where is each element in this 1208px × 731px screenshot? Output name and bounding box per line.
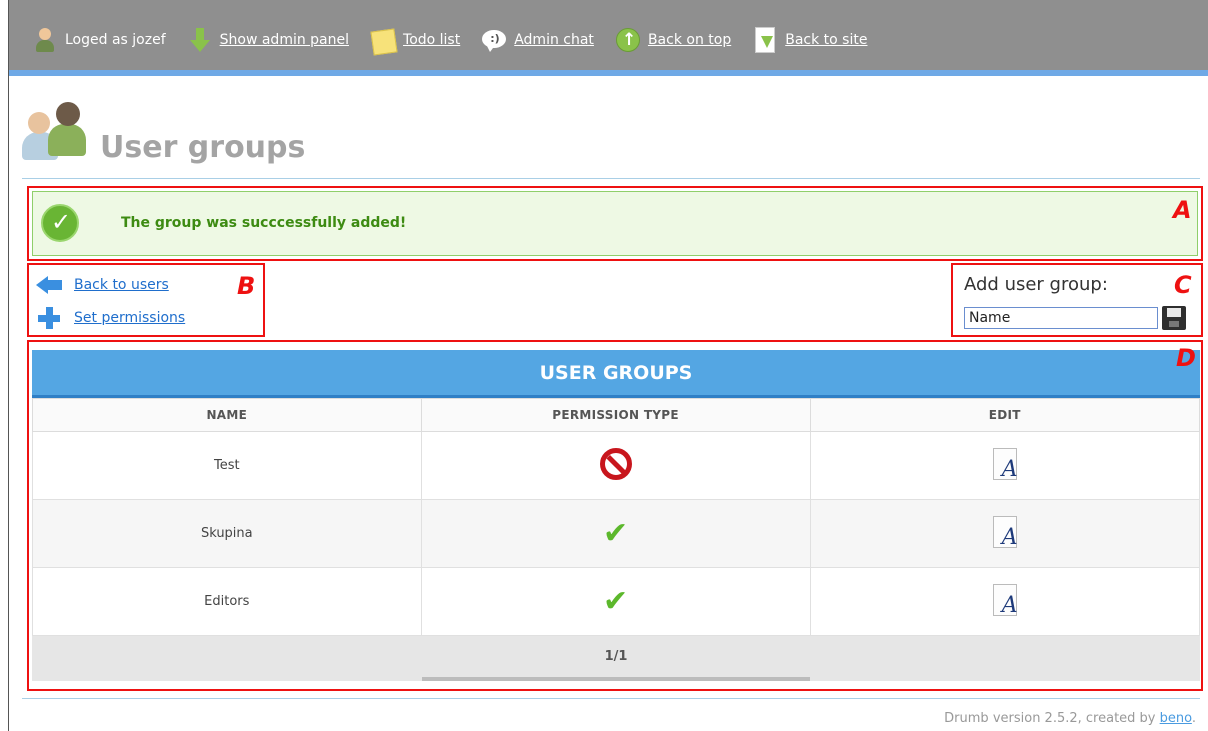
chat-bubble-icon: :) [482,26,507,54]
annotation-box-b [27,263,265,337]
user-groups-icon [22,100,88,166]
annotation-label-a: A [1173,196,1192,224]
annotation-box-c [951,263,1203,337]
footer-divider [22,698,1200,699]
document-download-icon [753,26,777,54]
todo-list-item[interactable]: Todo list [370,26,460,56]
back-on-top-item[interactable]: Back on top [615,26,731,54]
admin-chat-item[interactable]: :) Admin chat [482,26,594,54]
back-to-site-link[interactable]: Back to site [785,32,867,48]
logged-user: Loged as jozef [33,26,166,54]
footer-author-link[interactable]: beno [1160,711,1192,726]
annotation-box-d [27,340,1203,691]
back-to-site-item[interactable]: Back to site [753,26,867,54]
annotation-label-c: C [1174,271,1192,299]
back-on-top-link[interactable]: Back on top [648,32,731,48]
footer-end: . [1191,711,1196,726]
annotation-label-d: D [1176,344,1196,372]
annotation-box-a [27,186,1203,261]
todo-list-link[interactable]: Todo list [403,32,460,48]
footer: Drumb version 2.5.2, created by beno. [944,711,1196,726]
admin-topbar: Loged as jozef Show admin panel Todo lis… [9,0,1208,76]
page-title: User groups [100,130,306,165]
footer-version-text: Drumb version 2.5.2, created by [944,711,1160,726]
topbar-nav: Loged as jozef Show admin panel Todo lis… [33,24,889,56]
user-icon [33,26,57,54]
arrow-down-icon [188,26,212,54]
sticky-note-icon [370,26,398,56]
show-admin-panel-item[interactable]: Show admin panel [188,26,349,54]
left-border [8,0,9,731]
logged-user-label: Loged as jozef [65,32,166,48]
page-header: User groups [22,100,1200,179]
arrow-up-icon [615,26,640,54]
show-admin-panel-link[interactable]: Show admin panel [220,32,349,48]
admin-chat-link[interactable]: Admin chat [514,32,594,48]
annotation-label-b: B [237,272,256,300]
